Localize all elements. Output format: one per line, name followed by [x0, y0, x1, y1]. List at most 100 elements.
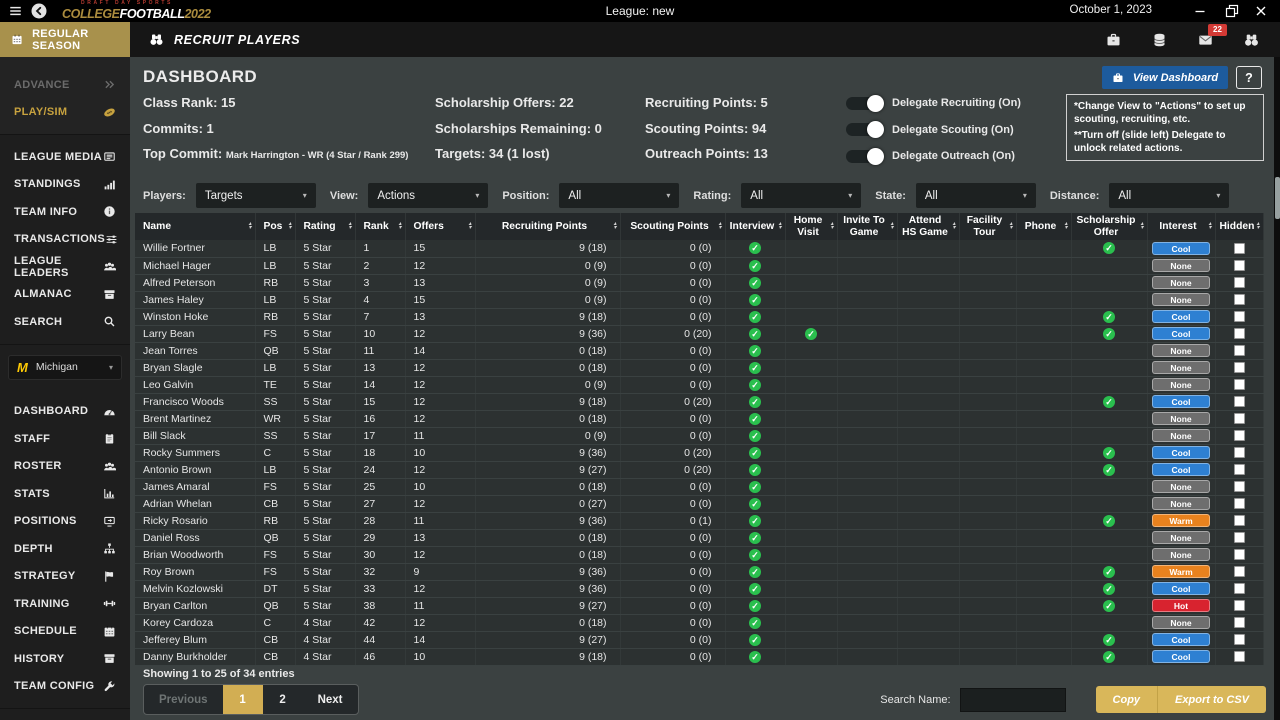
- player-row[interactable]: Francisco Woods SS 5 Star 15 12 9 (18) 0…: [135, 393, 1263, 410]
- player-row[interactable]: Brian Woodworth FS 5 Star 30 12 0 (18) 0…: [135, 546, 1263, 563]
- hidden-checkbox[interactable]: [1234, 413, 1245, 424]
- toggle-switch[interactable]: [846, 150, 882, 163]
- close-button[interactable]: [1253, 3, 1269, 19]
- hidden-checkbox[interactable]: [1234, 277, 1245, 288]
- scrollbar-track[interactable]: [1274, 57, 1280, 720]
- player-row[interactable]: Jean Torres QB 5 Star 11 14 0 (18) 0 (0)…: [135, 342, 1263, 359]
- column-header-facility-tour[interactable]: Facility Tour▴▾: [959, 213, 1016, 240]
- player-row[interactable]: Brent Martinez WR 5 Star 16 12 0 (18) 0 …: [135, 410, 1263, 427]
- recruiting-binoculars-icon[interactable]: [1243, 32, 1260, 48]
- column-header-hidden[interactable]: Hidden▴▾: [1215, 213, 1263, 240]
- hidden-checkbox[interactable]: [1234, 260, 1245, 271]
- hidden-checkbox[interactable]: [1234, 396, 1245, 407]
- column-header-attend-hs-game[interactable]: Attend HS Game▴▾: [897, 213, 959, 240]
- player-row[interactable]: James Amaral FS 5 Star 25 10 0 (18) 0 (0…: [135, 478, 1263, 495]
- previous-page-button[interactable]: Previous: [144, 685, 223, 714]
- column-header-scholarship-offer[interactable]: Scholarship Offer▴▾: [1071, 213, 1147, 240]
- player-row[interactable]: Willie Fortner LB 5 Star 1 15 9 (18) 0 (…: [135, 240, 1263, 257]
- copy-button[interactable]: Copy: [1096, 686, 1159, 713]
- player-row[interactable]: Alfred Peterson RB 5 Star 3 13 0 (9) 0 (…: [135, 274, 1263, 291]
- database-icon[interactable]: [1151, 32, 1168, 48]
- hidden-checkbox[interactable]: [1234, 464, 1245, 475]
- column-header-interest[interactable]: Interest▴▾: [1147, 213, 1215, 240]
- sidebar-item-positions[interactable]: POSITIONS: [0, 508, 130, 536]
- player-row[interactable]: Antonio Brown LB 5 Star 24 12 9 (27) 0 (…: [135, 461, 1263, 478]
- column-header-pos[interactable]: Pos▴▾: [255, 213, 295, 240]
- help-button[interactable]: ?: [1236, 66, 1262, 89]
- hidden-checkbox[interactable]: [1234, 651, 1245, 662]
- hidden-checkbox[interactable]: [1234, 498, 1245, 509]
- column-header-scouting-points[interactable]: Scouting Points▴▾: [620, 213, 725, 240]
- briefcase-icon[interactable]: [1105, 32, 1122, 48]
- hidden-checkbox[interactable]: [1234, 430, 1245, 441]
- player-row[interactable]: Bill Slack SS 5 Star 17 11 0 (9) 0 (0) ✓…: [135, 427, 1263, 444]
- sidebar-item-team-config[interactable]: TEAM CONFIG: [0, 673, 130, 701]
- filter-select[interactable]: All ▾: [741, 183, 861, 208]
- team-selector[interactable]: M Michigan ▾: [8, 355, 122, 380]
- hidden-checkbox[interactable]: [1234, 447, 1245, 458]
- restore-button[interactable]: [1224, 3, 1240, 19]
- sidebar-item-almanac[interactable]: ALMANAC: [0, 281, 130, 309]
- hidden-checkbox[interactable]: [1234, 566, 1245, 577]
- sidebar-item-league-leaders[interactable]: LEAGUE LEADERS: [0, 253, 130, 281]
- sidebar-item-stats[interactable]: STATS: [0, 480, 130, 508]
- minimize-button[interactable]: [1192, 3, 1208, 19]
- sidebar-item-search[interactable]: SEARCH: [0, 308, 130, 336]
- sidebar-item-strategy[interactable]: STRATEGY: [0, 563, 130, 591]
- sidebar-item-training[interactable]: TRAINING: [0, 590, 130, 618]
- sidebar-item-dashboard[interactable]: DASHBOARD: [0, 398, 130, 426]
- player-row[interactable]: Adrian Whelan CB 5 Star 27 12 0 (27) 0 (…: [135, 495, 1263, 512]
- player-row[interactable]: Leo Galvin TE 5 Star 14 12 0 (9) 0 (0) ✓…: [135, 376, 1263, 393]
- column-header-rating[interactable]: Rating▴▾: [295, 213, 355, 240]
- hidden-checkbox[interactable]: [1234, 379, 1245, 390]
- sidebar-item-transactions[interactable]: TRANSACTIONS: [0, 226, 130, 254]
- hidden-checkbox[interactable]: [1234, 311, 1245, 322]
- hidden-checkbox[interactable]: [1234, 634, 1245, 645]
- sidebar-item-staff[interactable]: STAFF: [0, 425, 130, 453]
- column-header-recruiting-points[interactable]: Recruiting Points▴▾: [475, 213, 620, 240]
- regular-season-tab[interactable]: REGULAR SEASON: [0, 22, 130, 57]
- sidebar-item-team-info[interactable]: TEAM INFO: [0, 198, 130, 226]
- player-row[interactable]: Bryan Slagle LB 5 Star 13 12 0 (18) 0 (0…: [135, 359, 1263, 376]
- sidebar-item-schedule[interactable]: SCHEDULE: [0, 618, 130, 646]
- player-row[interactable]: Larry Bean FS 5 Star 10 12 9 (36) 0 (20)…: [135, 325, 1263, 342]
- player-row[interactable]: Daniel Ross QB 5 Star 29 13 0 (18) 0 (0)…: [135, 529, 1263, 546]
- next-page-button[interactable]: Next: [303, 685, 358, 714]
- filter-select[interactable]: All ▾: [916, 183, 1036, 208]
- player-row[interactable]: Winston Hoke RB 5 Star 7 13 9 (18) 0 (0)…: [135, 308, 1263, 325]
- hidden-checkbox[interactable]: [1234, 481, 1245, 492]
- toggle-switch[interactable]: [846, 97, 882, 110]
- search-name-input[interactable]: [960, 688, 1066, 712]
- sidebar-item-advance[interactable]: ADVANCE: [0, 71, 130, 99]
- hidden-checkbox[interactable]: [1234, 515, 1245, 526]
- player-row[interactable]: Rocky Summers C 5 Star 18 10 9 (36) 0 (2…: [135, 444, 1263, 461]
- column-header-phone[interactable]: Phone▴▾: [1016, 213, 1071, 240]
- filter-select[interactable]: All ▾: [1109, 183, 1229, 208]
- mail-icon[interactable]: 22: [1197, 32, 1214, 48]
- page-button-2[interactable]: 2: [263, 685, 303, 714]
- filter-select[interactable]: Actions ▾: [368, 183, 488, 208]
- filter-select[interactable]: All ▾: [559, 183, 679, 208]
- sidebar-item-play-sim[interactable]: PLAY/SIM: [0, 99, 130, 127]
- column-header-name[interactable]: Name▴▾: [135, 213, 255, 240]
- player-row[interactable]: Ricky Rosario RB 5 Star 28 11 9 (36) 0 (…: [135, 512, 1263, 529]
- column-header-home-visit[interactable]: Home Visit▴▾: [785, 213, 837, 240]
- export-to-csv-button[interactable]: Export to CSV: [1158, 686, 1266, 713]
- player-row[interactable]: Michael Hager LB 5 Star 2 12 0 (9) 0 (0)…: [135, 257, 1263, 274]
- hidden-checkbox[interactable]: [1234, 328, 1245, 339]
- hidden-checkbox[interactable]: [1234, 532, 1245, 543]
- player-row[interactable]: Melvin Kozlowski DT 5 Star 33 12 9 (36) …: [135, 580, 1263, 597]
- hidden-checkbox[interactable]: [1234, 294, 1245, 305]
- hidden-checkbox[interactable]: [1234, 617, 1245, 628]
- player-row[interactable]: Bryan Carlton QB 5 Star 38 11 9 (27) 0 (…: [135, 597, 1263, 614]
- sidebar-item-standings[interactable]: STANDINGS: [0, 171, 130, 199]
- toggle-switch[interactable]: [846, 123, 882, 136]
- hidden-checkbox[interactable]: [1234, 345, 1245, 356]
- sidebar-item-depth[interactable]: DEPTH: [0, 535, 130, 563]
- hidden-checkbox[interactable]: [1234, 583, 1245, 594]
- player-row[interactable]: James Haley LB 5 Star 4 15 0 (9) 0 (0) ✓…: [135, 291, 1263, 308]
- page-button-1[interactable]: 1: [223, 685, 263, 714]
- hidden-checkbox[interactable]: [1234, 600, 1245, 611]
- hidden-checkbox[interactable]: [1234, 549, 1245, 560]
- column-header-offers[interactable]: Offers▴▾: [405, 213, 475, 240]
